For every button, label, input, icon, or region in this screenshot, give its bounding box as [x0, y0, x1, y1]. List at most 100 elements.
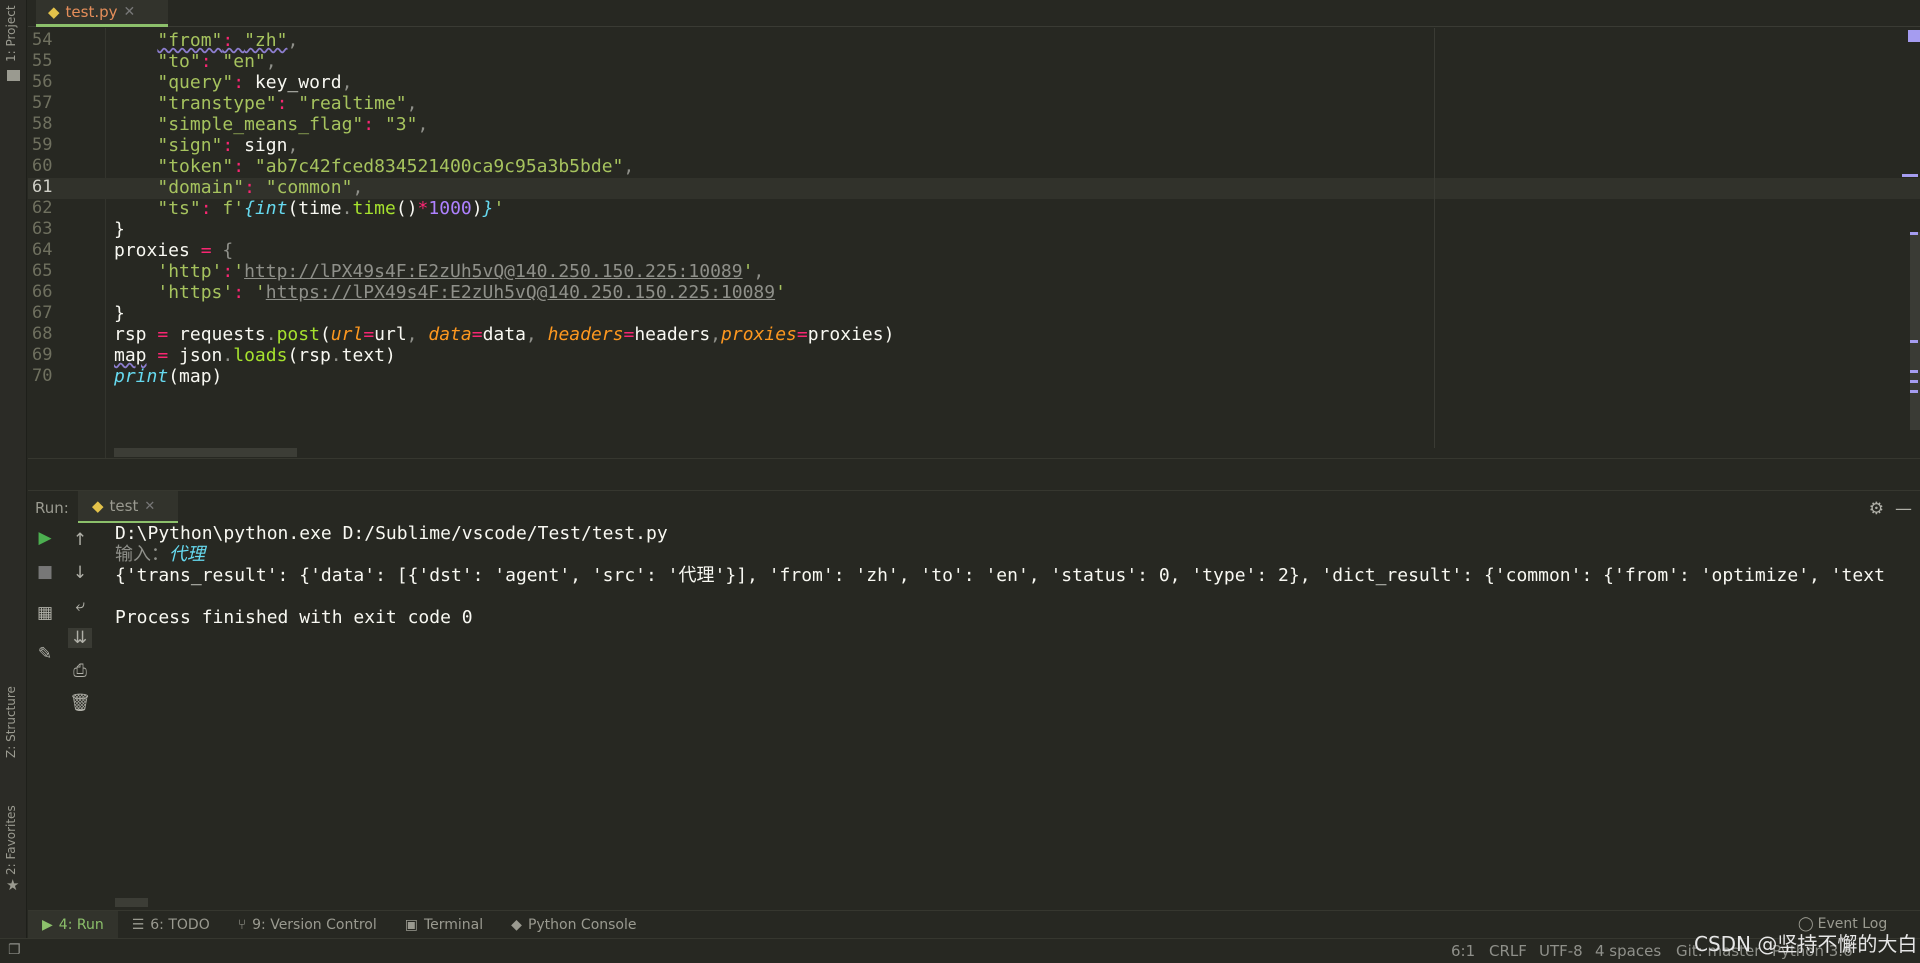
code-token: ) [211, 366, 223, 387]
code-line[interactable]: 54 "from": "zh", [28, 30, 1920, 51]
code-token: "from" [157, 30, 223, 51]
project-tool-button[interactable]: 1: Project [4, 5, 18, 62]
line-number: 57 [32, 93, 53, 113]
code-token: headers [547, 324, 624, 345]
console-line: D:\Python\python.exe D:/Sublime/vscode/T… [115, 523, 668, 544]
error-stripe-mark[interactable] [1902, 174, 1918, 177]
code-line[interactable]: 67} [28, 303, 1920, 324]
pin-icon[interactable]: ✎ [33, 644, 57, 664]
error-stripe-mark[interactable] [1910, 232, 1918, 235]
terminal-icon: ▣ [404, 916, 418, 933]
console-horizontal-scrollbar[interactable] [115, 898, 148, 907]
print-icon[interactable]: ⎙ [68, 661, 92, 681]
code-line[interactable]: 57 "transtype": "realtime", [28, 93, 1920, 114]
layout-icon[interactable]: ▦ [33, 603, 57, 623]
indent-setting[interactable]: 4 spaces [1595, 942, 1661, 960]
code-text: print(map) [114, 366, 222, 387]
code-line[interactable]: 58 "simple_means_flag": "3", [28, 114, 1920, 135]
structure-tool-button[interactable]: Z: Structure [4, 686, 18, 758]
code-token: = [623, 324, 635, 345]
python-icon: ◆ [511, 916, 522, 933]
gear-icon[interactable]: ⚙ [1869, 499, 1884, 519]
rerun-icon[interactable]: ▶ [33, 528, 57, 548]
code-token: ( [287, 345, 299, 366]
code-token: "ab7c42fced834521400ca9c95a3b5bde" [254, 156, 624, 177]
up-arrow-icon[interactable]: ↑ [68, 530, 92, 550]
error-stripe-mark[interactable] [1910, 340, 1918, 343]
favorites-tool-button[interactable]: 2: Favorites [4, 805, 18, 875]
vcs-icon: ⑂ [237, 916, 247, 933]
code-line[interactable]: 70 print(map) [28, 366, 1920, 387]
code-token: print [114, 366, 169, 387]
code-line[interactable]: 63} [28, 219, 1920, 240]
code-line[interactable]: 62 "ts": f'{int(time.time()*1000)}' [28, 198, 1920, 219]
scroll-to-end-icon[interactable]: ⇊ [68, 628, 92, 648]
code-token: } [114, 219, 125, 240]
toggle-tool-windows-icon[interactable]: ❐ [8, 942, 21, 958]
file-encoding[interactable]: UTF-8 [1539, 942, 1583, 960]
error-stripe-mark[interactable] [1910, 380, 1918, 383]
code-line[interactable]: 60 "token": "ab7c42fced834521400ca9c95a3… [28, 156, 1920, 177]
code-line[interactable]: 56 "query": key_word, [28, 72, 1920, 93]
inspection-status-icon[interactable] [1908, 30, 1920, 42]
tab-test-py[interactable]: ◆ test.py ✕ [36, 0, 168, 27]
horizontal-scrollbar[interactable] [114, 448, 297, 457]
code-token: . [341, 198, 353, 219]
tool-button-terminal[interactable]: ▣ Terminal [391, 911, 497, 939]
code-token: , [352, 177, 364, 198]
code-token: int [254, 198, 288, 219]
tool-button-label: Terminal [423, 916, 484, 933]
code-token: . [265, 324, 277, 345]
code-text: "query": key_word, [114, 72, 352, 93]
soft-wrap-icon[interactable]: ⤶ [68, 596, 92, 616]
minimize-icon[interactable]: — [1895, 499, 1912, 519]
code-text: } [114, 219, 125, 240]
line-number: 70 [32, 366, 53, 386]
code-editor[interactable]: 54 "from": "zh", 55 "to": "en", 56 "query"… [28, 28, 1920, 458]
down-arrow-icon[interactable]: ↓ [68, 563, 92, 583]
code-line[interactable]: 61 "domain": "common", [28, 177, 1920, 198]
run-tab-test[interactable]: ◆ test ✕ [78, 491, 178, 523]
stop-icon[interactable]: ■ [33, 562, 57, 582]
code-line[interactable]: 65 'http':'http://lPX49s4F:E2zUh5vQ@140.… [28, 261, 1920, 282]
line-number: 54 [32, 30, 53, 50]
code-line[interactable]: 64 proxies = { [28, 240, 1920, 261]
code-token: ' [233, 261, 245, 282]
tool-button-4-run[interactable]: ▶ 4: Run [28, 910, 118, 939]
tool-button-python-console[interactable]: ◆ Python Console [497, 911, 650, 939]
vertical-scrollbar[interactable] [1910, 232, 1920, 430]
code-line[interactable]: 69 map = json.loads(rsp.text) [28, 345, 1920, 366]
code-token: ) [385, 345, 396, 366]
line-number: 69 [32, 345, 53, 365]
code-token: url [374, 324, 407, 345]
error-stripe-mark[interactable] [1910, 370, 1918, 373]
code-line[interactable]: 55 "to": "en", [28, 51, 1920, 72]
tool-button-label: Python Console [527, 916, 637, 933]
code-token: headers [634, 324, 711, 345]
code-token: 输入： [115, 544, 169, 565]
code-token: "ts" [157, 198, 201, 219]
code-line[interactable]: 68 rsp = requests.post(url=url, data=data… [28, 324, 1920, 345]
tool-button-9-version-control[interactable]: ⑂ 9: Version Control [224, 911, 391, 939]
right-margin-guide [1434, 28, 1435, 448]
code-token: = [471, 324, 483, 345]
code-line[interactable]: 59 "sign": sign, [28, 135, 1920, 156]
close-icon[interactable]: ✕ [124, 4, 136, 20]
panel-divider[interactable] [28, 458, 1920, 490]
line-number: 58 [32, 114, 53, 134]
caret-position[interactable]: 6:1 [1451, 942, 1475, 960]
code-token: , [265, 51, 277, 72]
close-icon[interactable]: ✕ [144, 499, 155, 514]
code-token: sign [244, 135, 288, 156]
folder-icon[interactable] [7, 70, 20, 81]
trash-icon[interactable]: 🗑 [68, 693, 92, 713]
error-stripe-mark[interactable] [1910, 390, 1918, 393]
tool-button-6-todo[interactable]: ☰ 6: TODO [118, 911, 224, 939]
star-icon[interactable]: ★ [6, 876, 19, 894]
line-separator[interactable]: CRLF [1489, 942, 1527, 960]
code-token: : [276, 93, 299, 114]
code-line[interactable]: 66 'https': 'https://lPX49s4F:E2zUh5vQ@1… [28, 282, 1920, 303]
code-token: * [417, 198, 429, 219]
code-token: = [796, 324, 808, 345]
